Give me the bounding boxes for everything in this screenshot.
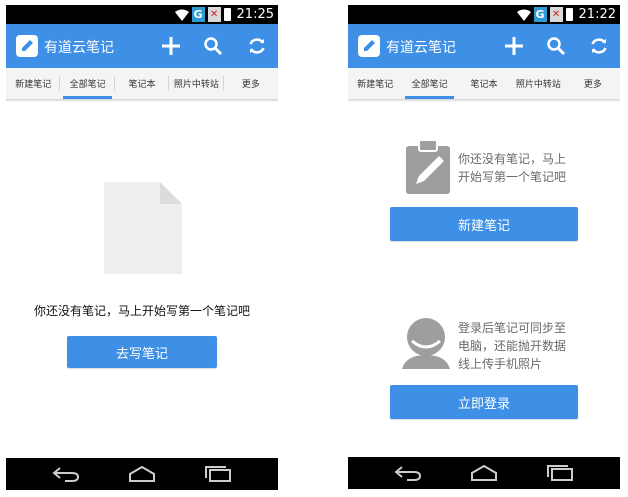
recent-apps-icon[interactable] [544, 463, 576, 483]
battery-icon [223, 8, 231, 21]
status-icons: G ✕ 21:22 [516, 5, 616, 24]
tab-label: 全部笔记 [69, 80, 106, 90]
action-bar: 有道云笔记 [348, 24, 620, 68]
sync-icon[interactable] [586, 33, 612, 59]
new-note-button[interactable]: 新建笔记 [390, 207, 578, 241]
no-sim-icon: ✕ [207, 7, 221, 22]
tab-label: 笔记本 [128, 80, 156, 90]
nav-bar [6, 458, 278, 490]
tab-shadow [348, 99, 620, 102]
tab-bar: 新建笔记 全部笔记 笔记本 照片中转站 更多 [6, 68, 278, 99]
blank-document-icon [104, 182, 182, 274]
network-type-icon: G [533, 7, 547, 22]
tab-label: 照片中转站 [173, 80, 219, 90]
tab-label: 新建笔记 [15, 80, 52, 90]
tab-label: 笔记本 [470, 80, 498, 90]
empty-notes-message: 你还没有笔记，马上 开始写第一个笔记吧 [458, 150, 618, 186]
empty-notes-message: 你还没有笔记，马上开始写第一个笔记吧 [33, 304, 250, 318]
login-sync-message: 登录后笔记可同步至 电脑，还能抛开数据 线上传手机照片 [458, 319, 618, 373]
write-note-button[interactable]: 去写笔记 [67, 336, 217, 368]
back-icon[interactable] [50, 464, 82, 484]
back-icon[interactable] [392, 463, 424, 483]
home-icon[interactable] [468, 463, 500, 483]
tab-label: 全部笔记 [411, 80, 448, 90]
wifi-icon [516, 9, 531, 21]
nav-bar [348, 457, 620, 489]
status-bar: G ✕ 21:25 [6, 5, 278, 24]
add-icon[interactable] [501, 33, 527, 59]
tab-label: 照片中转站 [515, 80, 561, 90]
message-line: 线上传手机照片 [458, 357, 543, 371]
app-logo-icon[interactable] [16, 35, 38, 57]
phone-screen-left: G ✕ 21:25 有道云笔记 新建笔记 全部笔记 笔记本 照片中转站 更多 你… [6, 5, 278, 490]
status-icons: G ✕ 21:25 [174, 5, 274, 24]
add-icon[interactable] [158, 33, 184, 59]
message-line: 电脑，还能抛开数据 [458, 339, 567, 353]
tab-all-notes[interactable]: 全部笔记 [60, 68, 115, 99]
tab-new-note[interactable]: 新建笔记 [6, 68, 61, 99]
tab-photo-transfer[interactable]: 照片中转站 [169, 68, 224, 99]
tab-bar: 新建笔记 全部笔记 笔记本 照片中转站 更多 [348, 68, 620, 99]
tab-label: 新建笔记 [357, 80, 394, 90]
battery-icon [565, 8, 573, 21]
message-line: 开始写第一个笔记吧 [458, 170, 567, 184]
message-line: 登录后笔记可同步至 [458, 321, 567, 335]
status-time: 21:25 [236, 7, 274, 22]
sync-icon[interactable] [244, 33, 270, 59]
tab-more[interactable]: 更多 [566, 68, 620, 99]
tab-shadow [6, 99, 278, 102]
app-logo-icon[interactable] [358, 35, 380, 57]
status-time: 21:22 [578, 7, 616, 22]
tab-all-notes[interactable]: 全部笔记 [402, 68, 456, 99]
tab-label: 更多 [583, 80, 602, 90]
message-line: 你还没有笔记，马上 [458, 152, 567, 166]
clipboard-pen-icon [406, 140, 450, 194]
app-title: 有道云笔记 [386, 40, 456, 56]
status-bar: G ✕ 21:22 [348, 5, 620, 24]
wifi-icon [174, 9, 189, 21]
login-button[interactable]: 立即登录 [390, 385, 578, 419]
user-avatar-icon [402, 318, 450, 369]
search-icon[interactable] [200, 33, 226, 59]
tab-label: 更多 [241, 80, 260, 90]
app-title: 有道云笔记 [44, 40, 114, 56]
phone-screen-right: G ✕ 21:22 有道云笔记 新建笔记 全部笔记 笔记本 照片中转站 更多 你… [348, 5, 620, 489]
recent-apps-icon[interactable] [202, 464, 234, 484]
tab-notebooks[interactable]: 笔记本 [457, 68, 511, 99]
search-icon[interactable] [543, 33, 569, 59]
tab-new-note[interactable]: 新建笔记 [348, 68, 402, 99]
network-type-icon: G [191, 7, 205, 22]
tab-notebooks[interactable]: 笔记本 [115, 68, 170, 99]
tab-photo-transfer[interactable]: 照片中转站 [511, 68, 565, 99]
home-icon[interactable] [126, 464, 158, 484]
no-sim-icon: ✕ [549, 7, 563, 22]
tab-more[interactable]: 更多 [224, 68, 278, 99]
action-bar: 有道云笔记 [6, 24, 278, 68]
